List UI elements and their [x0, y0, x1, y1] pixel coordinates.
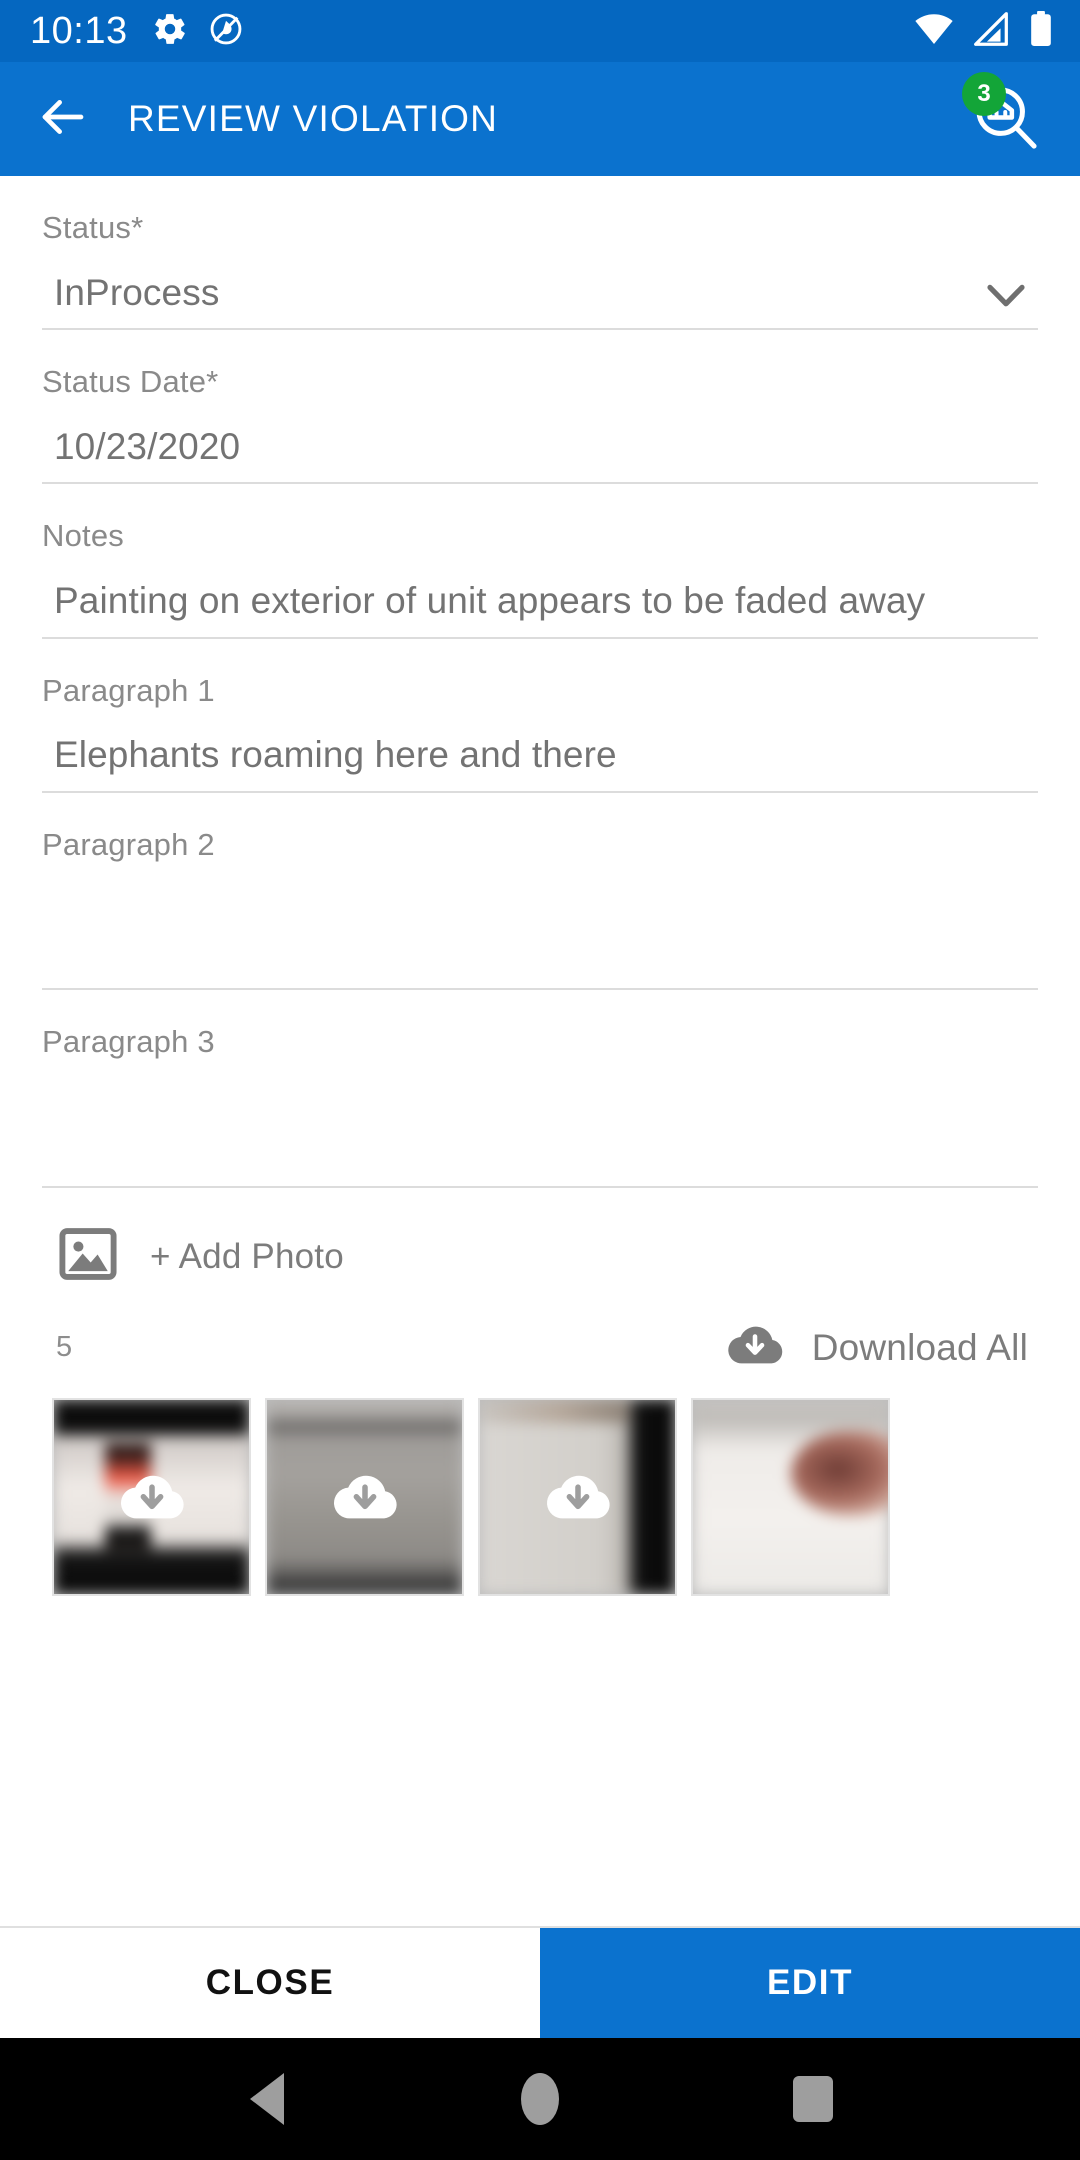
paragraph-2-input[interactable] — [42, 862, 1038, 991]
adblock-icon — [208, 11, 244, 52]
field-label-notes: Notes — [42, 518, 124, 554]
chevron-down-icon[interactable] — [984, 282, 1028, 310]
field-label-paragraph-3: Paragraph 3 — [42, 1024, 215, 1060]
close-button[interactable]: CLOSE — [0, 1928, 540, 2038]
field-status: Status* InProcess — [42, 176, 1038, 331]
photo-thumbnail[interactable] — [691, 1398, 890, 1597]
photo-thumbnail[interactable] — [478, 1398, 677, 1597]
wifi-icon — [914, 12, 954, 51]
field-paragraph-1: Paragraph 1 Elephants roaming here and t… — [42, 639, 1038, 793]
arrow-left-icon — [36, 90, 90, 149]
property-search-button[interactable]: 3 — [956, 70, 1054, 168]
cloud-download-icon[interactable] — [542, 1461, 614, 1533]
page-title: REVIEW VIOLATION — [128, 98, 499, 139]
cloud-download-icon[interactable] — [329, 1461, 401, 1533]
field-label-paragraph-2: Paragraph 2 — [42, 826, 215, 862]
field-label-status: Status* — [42, 210, 144, 245]
photo-thumbnail[interactable] — [265, 1398, 464, 1597]
cell-signal-icon — [972, 11, 1010, 51]
gear-icon — [152, 11, 188, 52]
status-bar: 10:13 — [0, 0, 1080, 62]
square-recents-icon — [793, 2076, 834, 2122]
paragraph-1-value: Elephants roaming here and there — [54, 734, 617, 776]
thumbnail-image — [693, 1400, 888, 1595]
download-all-button[interactable]: Download All — [724, 1319, 1028, 1376]
triangle-back-icon — [249, 2073, 284, 2125]
status-date-value: 10/23/2020 — [54, 425, 241, 467]
nav-back-button[interactable] — [219, 2051, 315, 2147]
status-value: InProcess — [54, 271, 220, 313]
field-notes: Notes Painting on exterior of unit appea… — [42, 484, 1038, 639]
field-paragraph-2: Paragraph 2 — [42, 793, 1038, 991]
add-photo-button[interactable]: + Add Photo — [42, 1188, 1038, 1301]
download-all-label: Download All — [811, 1326, 1028, 1368]
battery-icon — [1028, 10, 1054, 52]
photo-thumbnail-strip[interactable] — [42, 1398, 1038, 1597]
field-label-status-date: Status Date* — [42, 364, 219, 400]
photo-meta-row: 5 Download All — [42, 1301, 1038, 1392]
field-paragraph-3: Paragraph 3 — [42, 990, 1038, 1189]
app-bar: REVIEW VIOLATION 3 — [0, 62, 1080, 176]
status-date-input[interactable]: 10/23/2020 — [42, 400, 1038, 485]
android-nav-bar — [0, 2038, 1080, 2160]
paragraph-1-input[interactable]: Elephants roaming here and there — [42, 708, 1038, 793]
search-badge-count: 3 — [962, 72, 1006, 116]
action-bar: CLOSE EDIT — [0, 1926, 1080, 2038]
cloud-download-icon — [724, 1319, 786, 1376]
back-button[interactable] — [32, 88, 94, 150]
app-screen: 10:13 REVIEW VIOLATION 3 Status* InProce… — [0, 0, 1080, 2160]
status-system-icons — [914, 10, 1054, 52]
form-body: Status* InProcess Status Date* 10/23/202… — [0, 176, 1080, 1926]
status-dropdown[interactable]: InProcess — [42, 246, 1038, 331]
add-photo-label: + Add Photo — [150, 1236, 344, 1276]
nav-recents-button[interactable] — [765, 2051, 861, 2147]
notes-input[interactable]: Painting on exterior of unit appears to … — [42, 554, 1038, 639]
notes-value: Painting on exterior of unit appears to … — [54, 580, 926, 622]
status-notification-icons — [152, 11, 244, 52]
field-label-paragraph-1: Paragraph 1 — [42, 672, 215, 708]
photo-count: 5 — [56, 1331, 73, 1364]
paragraph-3-input[interactable] — [42, 1060, 1038, 1189]
photo-thumbnail[interactable] — [52, 1398, 251, 1597]
cloud-download-icon[interactable] — [116, 1461, 188, 1533]
edit-button[interactable]: EDIT — [540, 1928, 1080, 2038]
image-icon — [56, 1222, 120, 1291]
nav-home-button[interactable] — [492, 2051, 588, 2147]
circle-home-icon — [520, 2073, 559, 2125]
status-clock: 10:13 — [30, 10, 128, 52]
field-status-date: Status Date* 10/23/2020 — [42, 330, 1038, 485]
